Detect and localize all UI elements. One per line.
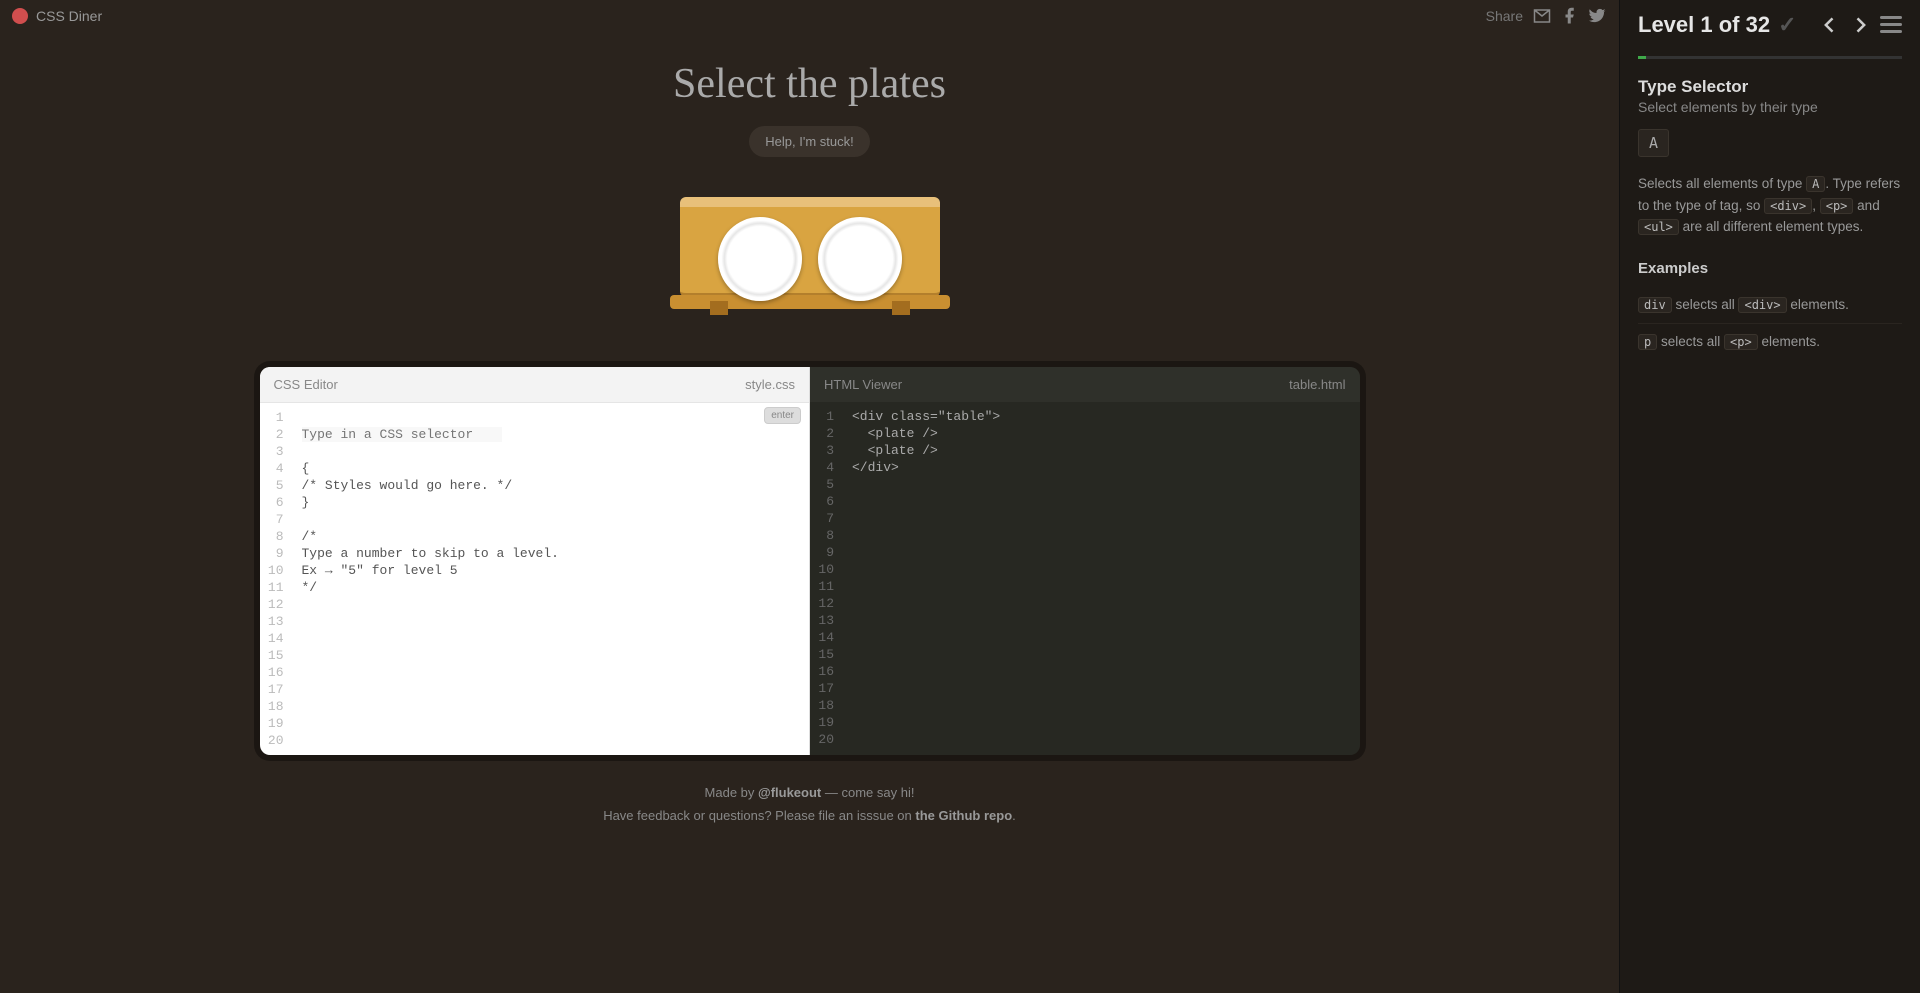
footer: Made by @flukeout — come say hi! Have fe…: [0, 781, 1619, 828]
share-group: Share: [1486, 7, 1607, 25]
share-label: Share: [1486, 8, 1523, 24]
selector-title: Type Selector: [1638, 77, 1902, 97]
selector-input[interactable]: [302, 427, 502, 442]
progress-fill: [1638, 56, 1646, 59]
html-code: <div class="table"> <plate /> <plate /> …: [842, 402, 1360, 755]
selector-subtitle: Select elements by their type: [1638, 99, 1902, 115]
html-pane-header: HTML Viewer table.html: [810, 367, 1360, 402]
css-pane-title: CSS Editor: [274, 377, 338, 392]
chip-ul: <ul>: [1638, 219, 1679, 235]
ex2-mid: selects all: [1657, 334, 1724, 349]
footer-feedback-pre: Have feedback or questions? Please file …: [603, 808, 915, 823]
plate-2[interactable]: [818, 217, 902, 301]
twitter-icon[interactable]: [1589, 7, 1607, 25]
css-body-text: { /* Styles would go here. */ } /* Type …: [302, 461, 559, 595]
ex1-tail: elements.: [1787, 297, 1849, 312]
example-2: p selects all <p> elements.: [1638, 324, 1902, 360]
main-area: Select the plates Help, I'm stuck! CSS E…: [0, 32, 1619, 993]
footer-feedback-post: .: [1012, 808, 1016, 823]
check-icon: ✓: [1778, 12, 1796, 38]
explain-comma: ,: [1812, 198, 1820, 213]
example-1: div selects all <div> elements.: [1638, 287, 1902, 324]
top-header: CSS Diner Share: [0, 0, 1619, 32]
level-nav: [1820, 15, 1902, 35]
email-icon[interactable]: [1533, 7, 1551, 25]
css-pane-file: style.css: [745, 377, 795, 392]
css-pane: CSS Editor style.css 1234567891011121314…: [260, 367, 811, 755]
chip-p: <p>: [1820, 198, 1854, 214]
html-pane-title: HTML Viewer: [824, 377, 902, 392]
table-leg-right: [892, 301, 910, 315]
help-button[interactable]: Help, I'm stuck!: [749, 126, 869, 157]
author-link[interactable]: @flukeout: [758, 785, 821, 800]
explain-text-1: Selects all elements of type: [1638, 176, 1806, 191]
ex1-mid: selects all: [1672, 297, 1739, 312]
css-pane-header: CSS Editor style.css: [260, 367, 810, 403]
enter-button[interactable]: enter: [764, 407, 801, 424]
logo[interactable]: CSS Diner: [12, 8, 102, 24]
plate-1[interactable]: [718, 217, 802, 301]
examples-heading: Examples: [1638, 260, 1902, 277]
sidebar: Level 1 of 32 ✓ Type Selector Select ele…: [1619, 0, 1920, 993]
html-line-numbers: 1234567891011121314151617181920: [810, 402, 842, 755]
syntax-display: A: [1638, 129, 1669, 157]
next-level-icon[interactable]: [1850, 15, 1870, 35]
level-title: Level 1 of 32 ✓: [1638, 12, 1797, 38]
html-pane: HTML Viewer table.html 12345678910111213…: [810, 367, 1360, 755]
menu-icon[interactable]: [1880, 16, 1902, 34]
html-pane-body: 1234567891011121314151617181920 <div cla…: [810, 402, 1360, 755]
explain-text-3: are all different element types.: [1679, 219, 1863, 234]
logo-text: CSS Diner: [36, 8, 102, 24]
css-line-numbers: 1234567891011121314151617181920: [260, 403, 292, 755]
explanation: Selects all elements of type A. Type ref…: [1638, 173, 1902, 238]
facebook-icon[interactable]: [1561, 7, 1579, 25]
table-scene: [680, 187, 940, 327]
table-leg-left: [710, 301, 728, 315]
progress-bar: [1638, 56, 1902, 59]
ex1-selector-chip: div: [1638, 297, 1672, 313]
html-pane-file: table.html: [1289, 377, 1345, 392]
ex2-tail: elements.: [1758, 334, 1820, 349]
instruction-text: Select the plates: [0, 60, 1619, 108]
explain-and: and: [1853, 198, 1879, 213]
ex1-target-chip: <div>: [1738, 297, 1786, 313]
level-header: Level 1 of 32 ✓: [1638, 12, 1902, 38]
ex2-target-chip: <p>: [1724, 334, 1758, 350]
css-pane-body: 1234567891011121314151617181920 { /* Sty…: [260, 403, 810, 755]
chip-div: <div>: [1764, 198, 1812, 214]
editor: CSS Editor style.css 1234567891011121314…: [260, 367, 1360, 755]
prev-level-icon[interactable]: [1820, 15, 1840, 35]
level-label: Level 1 of 32: [1638, 12, 1770, 38]
chip-a: A: [1806, 176, 1825, 192]
ex2-selector-chip: p: [1638, 334, 1657, 350]
footer-made-by: Made by: [705, 785, 758, 800]
css-code[interactable]: { /* Styles would go here. */ } /* Type …: [292, 403, 810, 755]
repo-link[interactable]: the Github repo: [915, 808, 1012, 823]
logo-icon: [12, 8, 28, 24]
footer-made-by-tail: — come say hi!: [821, 785, 914, 800]
